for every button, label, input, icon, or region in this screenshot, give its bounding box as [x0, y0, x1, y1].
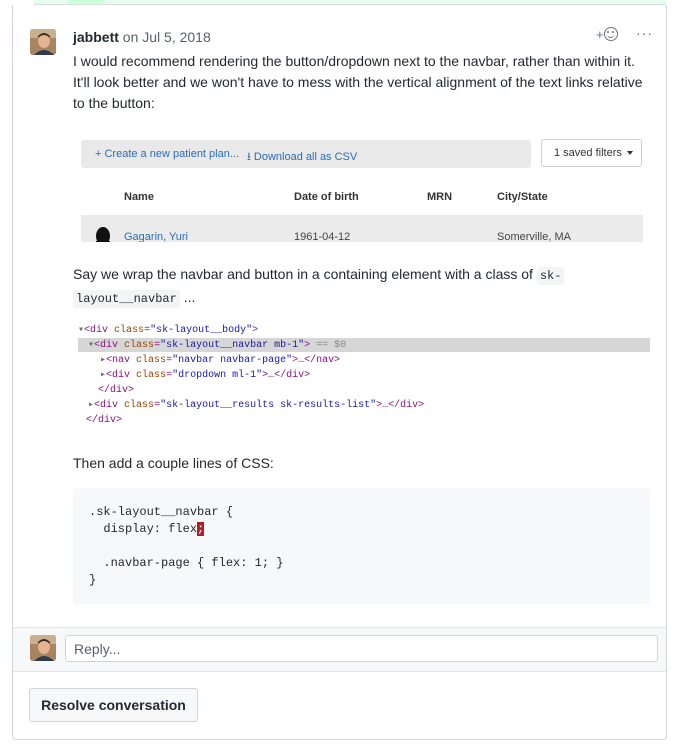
- plus-glyph: +: [596, 27, 604, 42]
- css-code-block: .sk-layout__navbar { display: flex; .nav…: [73, 488, 650, 604]
- create-plan-link: + Create a new patient plan...: [95, 148, 240, 160]
- code-line: .navbar-page { flex: 1; }: [89, 556, 284, 570]
- reply-input[interactable]: [65, 635, 658, 662]
- code-line: }: [89, 573, 97, 587]
- embedded-screenshot-devtools: ▾<div class="sk-layout__body"> ▾<div cla…: [78, 323, 650, 427]
- paragraph2-text: Say we wrap the navbar and button in a c…: [73, 266, 537, 282]
- download-csv-link: ⭳ Download all as CSV: [247, 151, 358, 163]
- patient-name: Gagarin, Yuri: [124, 231, 189, 242]
- dom-node-line: ▸<div class="sk-layout__results sk-resul…: [88, 400, 425, 411]
- code-line: .sk-layout__navbar {: [89, 505, 234, 519]
- screenshot-toolbar: + Create a new patient plan... ⭳ Downloa…: [81, 140, 531, 168]
- saved-filters-dropdown: 1 saved filters: [541, 139, 642, 167]
- column-header-name: Name: [124, 191, 154, 203]
- add-reaction-button[interactable]: +: [596, 27, 618, 42]
- dom-node-line: </div>: [98, 385, 135, 396]
- saved-filters-label: 1 saved filters: [554, 147, 622, 159]
- column-header-mrn: MRN: [427, 191, 453, 203]
- comment-paragraph-3: Then add a couple lines of CSS:: [73, 455, 274, 471]
- embedded-screenshot-patient-list: + Create a new patient plan... ⭳ Downloa…: [73, 131, 651, 243]
- dom-node-line: ▾<div class="sk-layout__body">: [78, 325, 259, 336]
- dom-node-line: </div>: [86, 415, 123, 426]
- dom-node-line: ▾<div class="sk-layout__navbar mb-1"> ==…: [88, 340, 347, 351]
- inline-code: layout__navbar: [73, 290, 180, 308]
- comment-paragraph-2: Say we wrap the navbar and button in a c…: [73, 264, 653, 310]
- comment-date[interactable]: on Jul 5, 2018: [123, 29, 211, 45]
- patient-city: Somerville, MA: [497, 231, 571, 242]
- comment-paragraph: I would recommend rendering the button/d…: [73, 53, 643, 111]
- diff-code-fragment: savedFiltersContainer: [294, 0, 433, 3]
- code-cursor: ;: [197, 522, 205, 536]
- column-header-dob: Date of birth: [294, 191, 359, 203]
- caret-down-icon: [626, 151, 633, 155]
- smiley-icon: [603, 27, 618, 41]
- column-header-city: City/State: [497, 191, 548, 203]
- author-name[interactable]: jabbett: [73, 29, 119, 45]
- patient-dob: 1961-04-12: [294, 231, 351, 242]
- more-options-button[interactable]: ···: [636, 25, 653, 41]
- current-user-avatar[interactable]: [30, 635, 56, 661]
- inline-code: sk-: [536, 267, 565, 285]
- patient-avatar-icon: [96, 227, 110, 242]
- dom-node-line: ▸<div class="dropdown ml-1">…</div>: [100, 370, 311, 381]
- author-avatar[interactable]: [30, 29, 56, 55]
- dom-node-line: ▸<nav class="navbar navbar-page">…</nav>: [100, 355, 341, 366]
- code-line: display: flex: [89, 522, 198, 536]
- paragraph2-suffix: ...: [179, 289, 196, 305]
- resolve-conversation-button[interactable]: Resolve conversation: [29, 688, 198, 722]
- table-row: Gagarin, Yuri 1961-04-12 Somerville, MA: [81, 215, 643, 242]
- comment-header: jabbett on Jul 5, 2018: [73, 29, 211, 45]
